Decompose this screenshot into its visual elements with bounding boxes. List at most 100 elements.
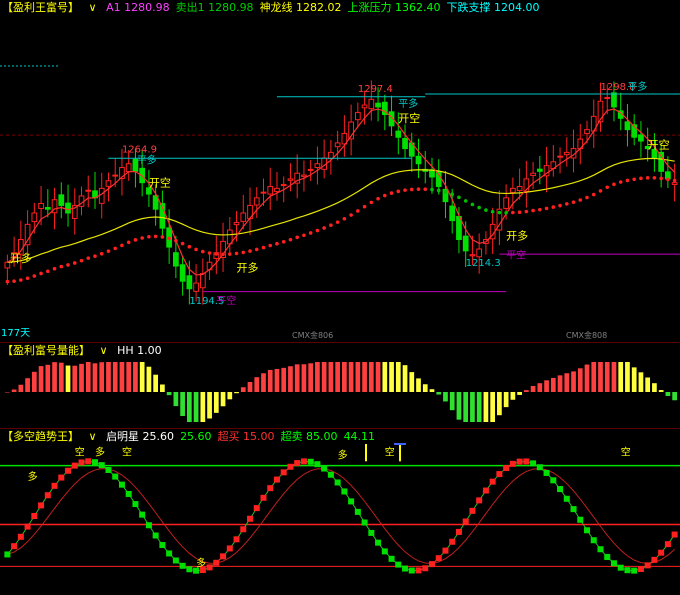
energy-bar <box>254 377 260 392</box>
candle-body <box>253 197 260 206</box>
trend-block <box>186 566 193 573</box>
support-dot <box>227 252 232 256</box>
trend-block <box>617 564 624 571</box>
candle-body <box>24 223 31 246</box>
trend-block <box>152 532 159 539</box>
annotation-kai-duo: 开多 <box>10 251 32 265</box>
energy-bar <box>584 364 590 392</box>
energy-bar <box>422 384 428 392</box>
days-label: 177天 <box>1 328 30 339</box>
trend-block <box>597 546 604 553</box>
trend-block <box>435 555 442 562</box>
candle-body <box>287 178 294 181</box>
support-dot <box>187 244 192 249</box>
support-dot <box>430 187 434 192</box>
support-dot <box>329 223 333 228</box>
trend-block <box>415 567 422 574</box>
energy-bar <box>389 362 394 392</box>
trend-block <box>563 495 570 502</box>
annotation-kai-kong: 开空 <box>149 175 171 189</box>
marker-duo: 多 <box>196 556 206 569</box>
panel2-title[interactable]: 【盈利富号量能】 <box>2 344 90 357</box>
support-dot <box>578 198 583 202</box>
support-dot <box>349 213 353 217</box>
energy-bar <box>308 363 314 392</box>
panel1-title[interactable]: 【盈利王富号】 <box>2 1 79 14</box>
energy-bar <box>301 364 307 392</box>
support-dot <box>585 195 589 200</box>
candle-body <box>125 163 132 173</box>
energy-bar <box>180 392 185 417</box>
energy-bar <box>598 362 603 392</box>
trend-block <box>314 461 321 468</box>
support-dot <box>261 245 266 250</box>
support-dot <box>308 231 313 235</box>
candle-body <box>199 273 206 289</box>
panel2-legend: HH 1.00 <box>117 344 168 357</box>
support-dot <box>558 203 562 208</box>
support-dot <box>248 249 252 253</box>
energy-bar <box>65 365 71 392</box>
energy-bar <box>564 373 570 392</box>
support-dot <box>194 247 198 252</box>
panel1-legend-item: 下跌支撑 1204.00 <box>446 1 540 14</box>
support-dot <box>140 236 144 240</box>
panel3-title[interactable]: 【多空趋势王】 <box>2 430 79 443</box>
trend-block <box>139 511 146 518</box>
support-dot <box>133 238 138 242</box>
candle-body <box>611 92 617 108</box>
trend-block <box>422 565 429 572</box>
energy-bar <box>476 392 482 422</box>
energy-bar <box>38 366 44 392</box>
support-dot <box>322 226 326 230</box>
candle-body <box>530 172 536 176</box>
support-dot <box>302 233 306 238</box>
panel1-header: 【盈利王富号】 ∨ A1 1280.98 卖出1 1280.98 神龙线 1282.… <box>2 1 552 15</box>
trend-block <box>442 547 449 554</box>
candle-body <box>65 202 71 214</box>
candle-body <box>503 197 509 209</box>
annotation-high1: 1264.9 <box>122 144 157 155</box>
support-dot <box>666 177 670 182</box>
energy-bar <box>463 392 469 422</box>
trend-block <box>543 469 550 476</box>
trend-block <box>65 467 72 474</box>
candle-body <box>31 212 38 223</box>
trend-block <box>509 460 516 467</box>
support-dot <box>52 266 57 271</box>
support-dot <box>39 271 43 276</box>
energy-bar <box>31 371 37 392</box>
support-dot <box>632 177 636 182</box>
trend-block <box>489 478 496 485</box>
energy-bar <box>153 374 159 392</box>
support-dot <box>180 241 185 246</box>
energy-bar <box>234 392 239 394</box>
support-dot <box>59 264 64 269</box>
chevron-down-icon[interactable]: ∨ <box>89 1 97 14</box>
energy-bar <box>342 362 347 392</box>
chevron-down-icon[interactable]: ∨ <box>100 344 108 357</box>
chevron-down-icon[interactable]: ∨ <box>89 430 97 443</box>
panel-divider[interactable] <box>0 428 680 429</box>
energy-bar <box>173 392 179 407</box>
support-dot <box>639 176 643 181</box>
candle-body <box>584 129 590 134</box>
trend-block <box>179 562 186 569</box>
trend-block <box>125 490 132 497</box>
energy-bar <box>402 365 408 392</box>
trend-block <box>664 541 671 548</box>
support-dot <box>645 176 650 180</box>
energy-bar <box>658 390 664 392</box>
candle-body <box>658 151 665 172</box>
trend-block <box>496 471 503 478</box>
candle-body <box>58 194 65 206</box>
panel-divider[interactable] <box>0 342 680 343</box>
support-dot <box>564 202 569 206</box>
trend-block <box>172 557 179 564</box>
support-dot <box>147 234 151 239</box>
annotation-ping-duo: 平多 <box>398 97 418 110</box>
energy-bar <box>207 392 212 419</box>
support-dot <box>93 254 97 258</box>
trend-block <box>637 566 644 573</box>
marker-duo: 多 <box>95 446 105 459</box>
